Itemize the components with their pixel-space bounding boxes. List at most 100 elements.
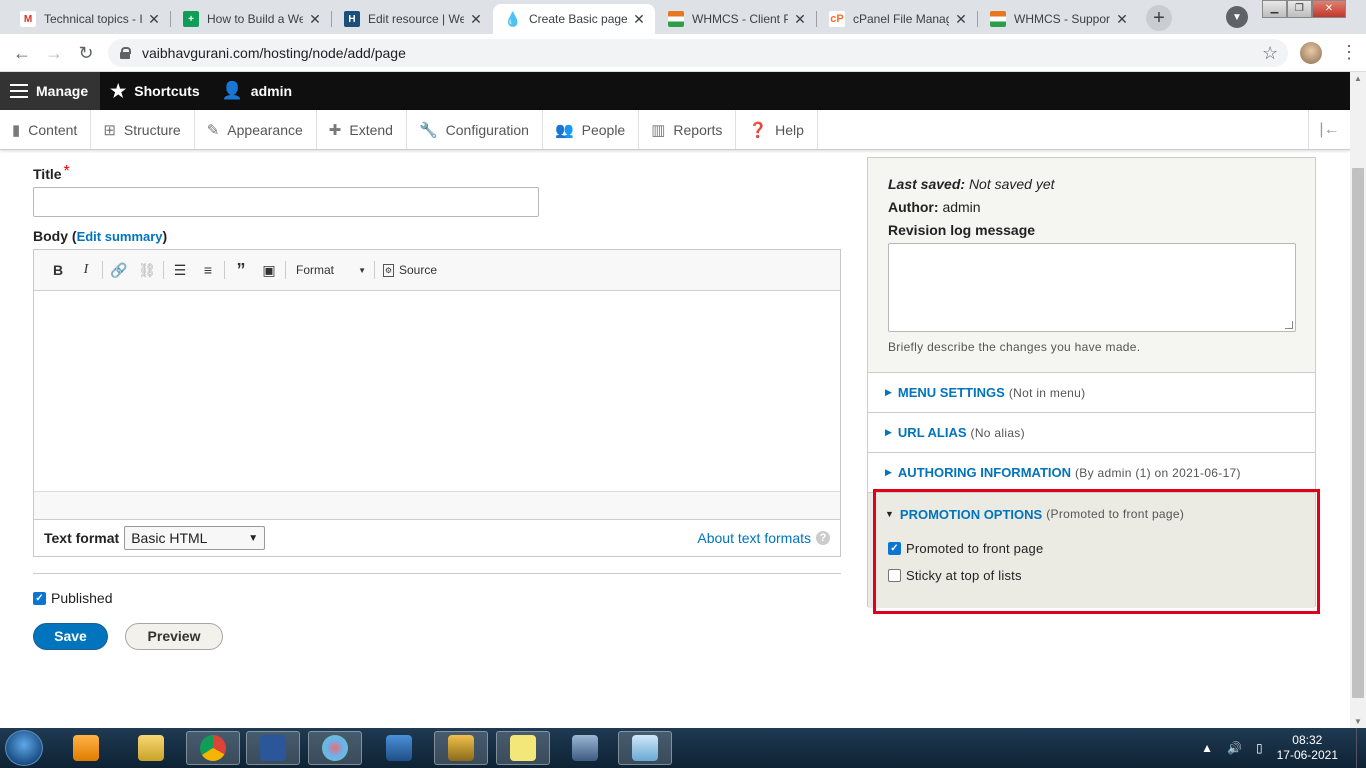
close-window-icon[interactable]: ✕ [1311, 0, 1346, 18]
menu-settings-section[interactable]: ▶ MENU SETTINGS (Not in menu) [868, 373, 1315, 413]
volume-icon[interactable]: 🔊 [1227, 741, 1242, 755]
tray-item-appearance[interactable]: ✎ Appearance [195, 110, 317, 149]
section-summary: (No alias) [970, 425, 1025, 440]
url-alias-section[interactable]: ▶ URL ALIAS (No alias) [868, 413, 1315, 453]
format-dropdown-label: Format [296, 263, 335, 277]
remote-desktop-icon[interactable] [372, 731, 426, 765]
bulleted-list-icon[interactable]: ☰ [166, 257, 194, 283]
source-button-label: Source [399, 263, 438, 277]
scroll-up-icon[interactable]: ▲ [1354, 74, 1362, 83]
show-hidden-icons-icon[interactable]: ▲ [1201, 741, 1213, 755]
file-explorer-icon[interactable] [124, 731, 178, 765]
format-dropdown[interactable]: Format ▼ [288, 257, 372, 283]
address-bar: ← → ↻ vaibhavgurani.com/hosting/node/add… [0, 34, 1366, 72]
scroll-down-icon[interactable]: ▼ [1354, 717, 1362, 726]
sticky-notes-icon[interactable] [496, 731, 550, 765]
chrome-icon[interactable] [186, 731, 240, 765]
close-icon[interactable]: ✕ [146, 11, 162, 28]
tray-item-help[interactable]: ❓ Help [736, 110, 818, 149]
title-input[interactable] [33, 187, 539, 217]
back-arrow-icon[interactable]: ← [12, 43, 32, 63]
page-scrollbar[interactable]: ▲ ▼ [1350, 72, 1366, 728]
avatar[interactable] [1300, 42, 1322, 64]
highlight-box [873, 489, 1320, 614]
tray-orientation-toggle-icon[interactable]: |← [1308, 110, 1350, 149]
published-checkbox[interactable]: ✓ [33, 591, 46, 605]
tray-item-label: Structure [123, 121, 181, 138]
more-menu-icon[interactable]: ⋮ [1340, 42, 1358, 62]
browser-tab[interactable]: + How to Build a We ✕ [171, 4, 331, 34]
revision-log-textarea[interactable] [888, 243, 1296, 332]
italic-button[interactable]: I [72, 257, 100, 283]
image-icon[interactable]: ▣ [255, 257, 283, 283]
tray-item-reports[interactable]: ▥ Reports [639, 110, 737, 149]
tray-item-content[interactable]: ▮ Content [0, 110, 92, 149]
network-icon[interactable] [434, 731, 488, 765]
media-player-icon[interactable] [59, 731, 113, 765]
bookmark-star-icon[interactable]: ☆ [1262, 43, 1278, 64]
close-icon[interactable]: ✕ [307, 11, 323, 28]
tab-title: cPanel File Manag [853, 12, 949, 26]
link-icon[interactable]: 🔗 [105, 257, 133, 283]
browser-tab[interactable]: cP cPanel File Manag ✕ [817, 4, 977, 34]
numbered-list-icon[interactable]: ≡ [194, 257, 222, 283]
save-button[interactable]: Save [33, 623, 108, 650]
url-field[interactable]: vaibhavgurani.com/hosting/node/add/page [108, 39, 1288, 67]
battery-icon[interactable]: ▯ [1256, 741, 1263, 755]
source-button[interactable]: ⚙ Source [377, 263, 443, 277]
tab-search-icon[interactable]: ▼ [1226, 6, 1248, 28]
clock[interactable]: 08:32 17-06-2021 [1277, 733, 1338, 763]
start-button-icon[interactable] [5, 730, 43, 766]
browser-tab[interactable]: H Edit resource | We ✕ [332, 4, 492, 34]
snipping-tool-icon[interactable] [558, 731, 612, 765]
notepad-icon[interactable] [618, 731, 672, 765]
close-icon[interactable]: ✕ [792, 11, 808, 28]
text-format-select[interactable]: Basic HTML ▼ [124, 526, 266, 550]
about-text-formats-label: About text formats [697, 530, 811, 546]
browser-tab[interactable]: WHMCS - Client P ✕ [656, 4, 816, 34]
admin-toolbar: Manage ★ Shortcuts 👤 admin [0, 72, 1350, 110]
close-icon[interactable]: ✕ [953, 11, 969, 28]
tray-item-extend[interactable]: ✚ Extend [317, 110, 407, 149]
body-editor-area[interactable] [34, 291, 840, 491]
paint-icon[interactable] [308, 731, 362, 765]
authoring-information-section[interactable]: ▶ AUTHORING INFORMATION (By admin (1) on… [868, 453, 1315, 493]
tray-item-people[interactable]: 👥 People [543, 110, 640, 149]
tray-item-label: Content [28, 121, 78, 138]
help-circle-icon: ❓ [748, 121, 768, 139]
reload-icon[interactable]: ↻ [76, 43, 96, 63]
word-icon[interactable] [246, 731, 300, 765]
about-text-formats-link[interactable]: About text formats ? [697, 530, 830, 546]
blockquote-icon[interactable]: ” [227, 257, 255, 283]
scrollbar-thumb[interactable] [1352, 168, 1364, 698]
editor-toolbar: B I 🔗 ⛓ ☰ ≡ ” ▣ Format ▼ ⚙ Source [34, 250, 840, 291]
forward-arrow-icon[interactable]: → [44, 43, 64, 63]
unlink-icon[interactable]: ⛓ [133, 257, 161, 283]
admin-tray: ▮ Content ⊞ Structure ✎ Appearance ✚ Ext… [0, 110, 1350, 150]
text-format-value: Basic HTML [131, 530, 208, 546]
chevron-down-icon: ▼ [248, 532, 259, 544]
new-tab-button[interactable]: + [1146, 5, 1172, 31]
browser-tab[interactable]: WHMCS - Suppor ✕ [978, 4, 1138, 34]
toolbar-user[interactable]: 👤 admin [212, 72, 304, 110]
chevron-down-icon: ▼ [358, 265, 366, 275]
toolbar-shortcuts[interactable]: ★ Shortcuts [100, 72, 211, 110]
lock-icon[interactable] [120, 47, 131, 59]
close-icon[interactable]: ✕ [631, 11, 647, 28]
tray-item-configuration[interactable]: 🔧 Configuration [407, 110, 543, 149]
close-icon[interactable]: ✕ [1114, 11, 1130, 28]
preview-button[interactable]: Preview [125, 623, 223, 650]
close-icon[interactable]: ✕ [468, 11, 484, 28]
browser-tab-active[interactable]: 💧 Create Basic page ✕ [493, 4, 655, 34]
section-title: MENU SETTINGS [897, 385, 1005, 400]
show-desktop-button[interactable] [1356, 728, 1366, 768]
published-checkbox-row[interactable]: ✓ Published [33, 590, 113, 606]
minimize-icon[interactable]: ▁ [1262, 0, 1287, 18]
browser-tab[interactable]: M Technical topics - I ✕ [8, 4, 170, 34]
bold-button[interactable]: B [44, 257, 72, 283]
edit-summary-link[interactable]: Edit summary [77, 229, 163, 244]
tray-item-structure[interactable]: ⊞ Structure [91, 110, 195, 149]
reports-icon: ▥ [651, 121, 666, 139]
toolbar-manage[interactable]: Manage [0, 72, 101, 110]
maximize-icon[interactable]: ❐ [1286, 0, 1312, 18]
